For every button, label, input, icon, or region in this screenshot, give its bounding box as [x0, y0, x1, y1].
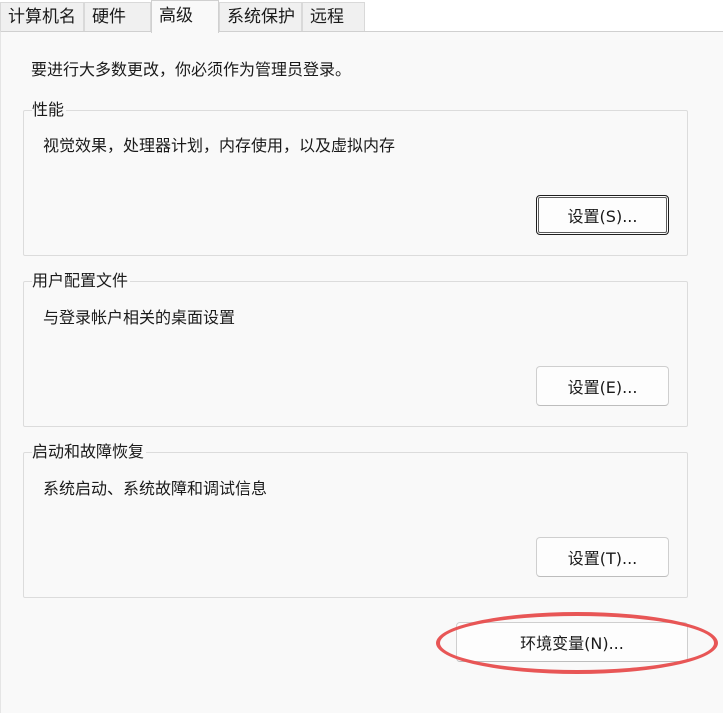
tab-remote[interactable]: 远程 [302, 2, 365, 31]
environment-variables-button[interactable]: 环境变量(N)... [456, 622, 688, 662]
startup-recovery-description: 系统启动、系统故障和调试信息 [43, 479, 268, 498]
tab-computer-name[interactable]: 计算机名 [0, 2, 84, 31]
tab-hardware[interactable]: 硬件 [84, 2, 151, 31]
startup-recovery-settings-button[interactable]: 设置(T)... [536, 537, 669, 577]
startup-recovery-group-label: 启动和故障恢复 [32, 441, 147, 463]
admin-notice: 要进行大多数更改，你必须作为管理员登录。 [31, 60, 352, 79]
performance-settings-button[interactable]: 设置(S)... [536, 195, 669, 235]
user-profiles-group-label: 用户配置文件 [32, 270, 131, 292]
tab-strip: 计算机名 硬件 高级 系统保护 远程 [0, 0, 723, 33]
user-profiles-settings-button[interactable]: 设置(E)... [536, 366, 669, 406]
performance-description: 视觉效果，处理器计划，内存使用，以及虚拟内存 [43, 136, 396, 155]
performance-group-label: 性能 [32, 99, 67, 121]
user-profiles-description: 与登录帐户相关的桌面设置 [43, 308, 236, 327]
tab-system-protection[interactable]: 系统保护 [219, 2, 302, 31]
tab-advanced[interactable]: 高级 [151, 0, 219, 33]
